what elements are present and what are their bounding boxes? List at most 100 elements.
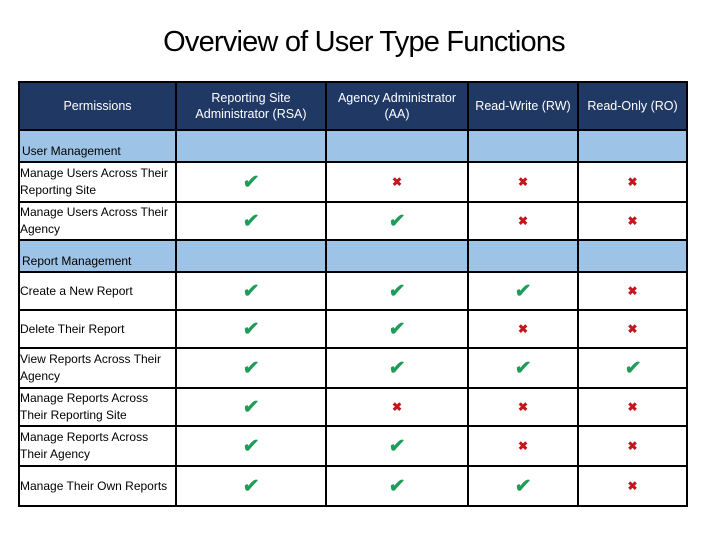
table-row: Manage Reports Across Their Reporting Si… (18, 387, 688, 427)
cell-aa: ✔ (325, 271, 469, 311)
checkmark-icon: ✔ (513, 357, 533, 379)
cross-icon: ✖ (627, 479, 638, 493)
checkmark-icon: ✔ (513, 475, 533, 497)
checkmark-icon: ✔ (387, 318, 407, 340)
section-cell (175, 129, 327, 163)
cell-rsa: ✔ (175, 201, 327, 241)
cell-rsa: ✔ (175, 387, 327, 427)
header-rw: Read-Write (RW) (467, 81, 579, 131)
permission-label: Manage Users Across Their Reporting Site (18, 161, 177, 203)
cell-rw: ✖ (467, 201, 579, 241)
cell-aa: ✖ (325, 387, 469, 427)
cross-icon: ✖ (517, 322, 529, 336)
checkmark-icon: ✔ (241, 210, 261, 232)
checkmark-icon: ✔ (387, 280, 407, 302)
cell-ro: ✔ (577, 347, 688, 389)
table-row: View Reports Across Their Agency ✔ ✔ ✔ ✔ (18, 347, 688, 389)
section-cell (467, 129, 579, 163)
section-cell (577, 239, 688, 273)
cell-rsa: ✔ (175, 309, 327, 349)
cross-icon: ✖ (627, 322, 638, 336)
cell-aa: ✖ (325, 161, 469, 203)
cell-ro: ✖ (577, 387, 688, 427)
table-row: Manage Users Across Their Reporting Site… (18, 161, 688, 203)
section-cell (325, 129, 469, 163)
checkmark-icon: ✔ (387, 435, 407, 457)
permission-label: Manage Reports Across Their Reporting Si… (18, 387, 177, 427)
permission-label: Manage Reports Across Their Agency (18, 425, 177, 467)
cell-rw: ✖ (467, 425, 579, 467)
cell-ro: ✖ (577, 271, 688, 311)
cell-rw: ✔ (467, 465, 579, 507)
header-permissions: Permissions (18, 81, 177, 131)
cell-rsa: ✔ (175, 465, 327, 507)
checkmark-icon: ✔ (241, 435, 261, 457)
cell-rw: ✔ (467, 347, 579, 389)
checkmark-icon: ✔ (241, 396, 261, 418)
page-title: Overview of User Type Functions (163, 26, 566, 58)
cross-icon: ✖ (627, 400, 638, 414)
cell-ro: ✖ (577, 465, 688, 507)
cross-icon: ✖ (627, 284, 638, 298)
checkmark-icon: ✔ (513, 280, 533, 302)
header-rsa: Reporting Site Administrator (RSA) (175, 81, 327, 131)
cell-rw: ✖ (467, 387, 579, 427)
cross-icon: ✖ (391, 400, 403, 414)
checkmark-icon: ✔ (241, 171, 261, 193)
header-aa: Agency Administrator (AA) (325, 81, 469, 131)
cell-ro: ✖ (577, 425, 688, 467)
section-row: User Management (18, 129, 688, 163)
cell-rsa: ✔ (175, 271, 327, 311)
cell-aa: ✔ (325, 347, 469, 389)
checkmark-icon: ✔ (623, 357, 642, 379)
checkmark-icon: ✔ (387, 357, 407, 379)
table-row: Create a New Report ✔ ✔ ✔ ✖ (18, 271, 688, 311)
section-cell (325, 239, 469, 273)
cell-ro: ✖ (577, 161, 688, 203)
checkmark-icon: ✔ (241, 318, 261, 340)
section-cell (577, 129, 688, 163)
cell-rw: ✖ (467, 309, 579, 349)
section-cell (467, 239, 579, 273)
checkmark-icon: ✔ (387, 210, 407, 232)
section-row: Report Management (18, 239, 688, 273)
section-cell (175, 239, 327, 273)
table-row: Manage Reports Across Their Agency ✔ ✔ ✖ ✖ (18, 425, 688, 467)
checkmark-icon: ✔ (387, 475, 407, 497)
checkmark-icon: ✔ (241, 475, 261, 497)
table-row: Delete Their Report ✔ ✔ ✖ ✖ (18, 309, 688, 349)
cell-ro: ✖ (577, 309, 688, 349)
cell-rw: ✖ (467, 161, 579, 203)
permission-label: Delete Their Report (18, 309, 177, 349)
permission-label: View Reports Across Their Agency (18, 347, 177, 389)
permission-label: Manage Their Own Reports (18, 465, 177, 507)
cell-rsa: ✔ (175, 347, 327, 389)
cross-icon: ✖ (517, 439, 529, 453)
cross-icon: ✖ (517, 214, 529, 228)
cell-aa: ✔ (325, 425, 469, 467)
table-row: Manage Users Across Their Agency ✔ ✔ ✖ ✖ (18, 201, 688, 241)
permission-label: Create a New Report (18, 271, 177, 311)
section-label: User Management (18, 129, 177, 163)
cross-icon: ✖ (517, 175, 529, 189)
header-row: Permissions Reporting Site Administrator… (18, 81, 688, 131)
cell-aa: ✔ (325, 201, 469, 241)
section-label: Report Management (18, 239, 177, 273)
permission-label: Manage Users Across Their Agency (18, 201, 177, 241)
checkmark-icon: ✔ (241, 357, 261, 379)
header-ro: Read-Only (RO) (577, 81, 688, 131)
user-type-functions-table: Permissions Reporting Site Administrator… (18, 81, 688, 507)
cross-icon: ✖ (391, 175, 403, 189)
cross-icon: ✖ (627, 439, 638, 453)
cross-icon: ✖ (627, 214, 638, 228)
cell-rw: ✔ (467, 271, 579, 311)
cell-aa: ✔ (325, 309, 469, 349)
checkmark-icon: ✔ (241, 280, 261, 302)
cross-icon: ✖ (517, 400, 529, 414)
cell-rsa: ✔ (175, 425, 327, 467)
cell-rsa: ✔ (175, 161, 327, 203)
table-body: User Management Manage Users Across Their… (18, 129, 688, 507)
cell-aa: ✔ (325, 465, 469, 507)
cell-ro: ✖ (577, 201, 688, 241)
table-row: Manage Their Own Reports ✔ ✔ ✔ ✖ (18, 465, 688, 507)
